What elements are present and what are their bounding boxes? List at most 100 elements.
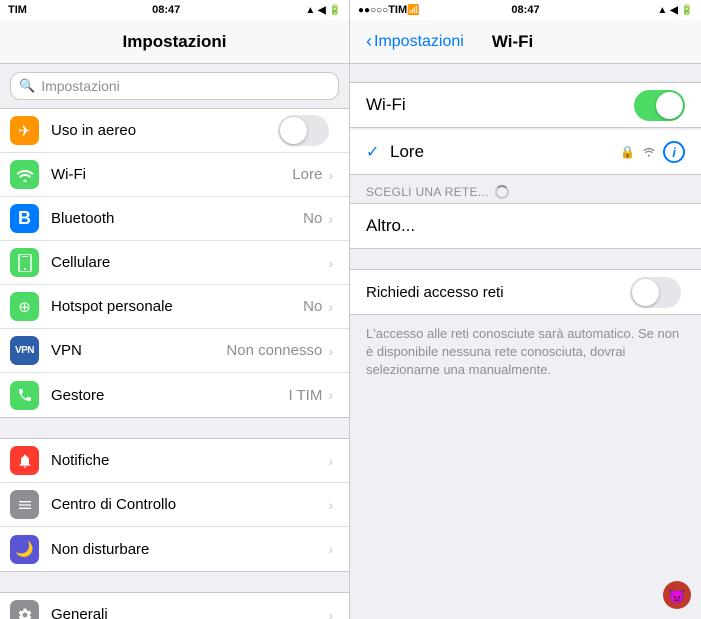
wifi-toggle-group: Wi-Fi — [350, 82, 701, 128]
lock-icon: 🔒 — [620, 145, 635, 159]
network-lore-icons: 🔒 — [620, 144, 657, 160]
notifiche-label: Notifiche — [51, 452, 328, 469]
vpn-label: VPN — [51, 342, 226, 359]
cellulare-chevron: › — [328, 255, 333, 271]
right-wifi-signal: 📶 — [407, 5, 419, 16]
centro-controllo-label: Centro di Controllo — [51, 496, 328, 513]
row-bluetooth[interactable]: B Bluetooth No › — [0, 197, 349, 241]
notifiche-chevron: › — [328, 453, 333, 469]
notifiche-icon — [10, 446, 39, 475]
wifi-signal-icon — [641, 144, 657, 160]
section-header-text: SCEGLI UNA RETE... — [366, 185, 489, 199]
network-lore-row[interactable]: ✓ Lore 🔒 i — [350, 130, 701, 174]
wifi-toggle[interactable] — [634, 90, 685, 121]
search-bar-container: 🔍 Impostazioni — [0, 64, 349, 108]
left-time: 08:47 — [152, 4, 180, 16]
bluetooth-icon: B — [10, 204, 39, 233]
right-status-bar: ●●○○○ TIM 📶 08:47 ▲ ◀ 🔋 — [350, 0, 701, 20]
row-notifiche[interactable]: Notifiche › — [0, 439, 349, 483]
generali-icon — [10, 600, 39, 619]
cellulare-label: Cellulare — [51, 254, 328, 271]
loading-spinner — [495, 185, 509, 199]
vpn-chevron: › — [328, 343, 333, 359]
left-nav-bar: Impostazioni — [0, 20, 349, 64]
wifi-label: Wi-Fi — [51, 166, 292, 183]
uso-in-aereo-icon: ✈ — [10, 116, 39, 145]
accesso-reti-label: Richiedi accesso reti — [366, 284, 630, 301]
accesso-reti-toggle[interactable] — [630, 277, 681, 308]
left-battery-icons: ▲ ◀ 🔋 — [305, 5, 341, 16]
bluetooth-label: Bluetooth — [51, 210, 303, 227]
hotspot-label: Hotspot personale — [51, 298, 303, 315]
wifi-icon — [10, 160, 39, 189]
gestore-chevron: › — [328, 387, 333, 403]
gestore-label: Gestore — [51, 387, 288, 404]
settings-group-3: Generali › AA Schermo e luminosità › — [0, 592, 349, 619]
wifi-value: Lore — [292, 166, 322, 183]
uso-in-aereo-toggle[interactable] — [278, 115, 329, 146]
non-disturbare-label: Non disturbare — [51, 541, 328, 558]
search-icon: 🔍 — [19, 78, 35, 94]
uso-in-aereo-label: Uso in aereo — [51, 122, 278, 139]
right-panel-wrapper: ●●○○○ TIM 📶 08:47 ▲ ◀ 🔋 ‹ Impostazioni W… — [350, 0, 701, 619]
accesso-reti-row[interactable]: Richiedi accesso reti — [350, 270, 701, 314]
section-header: SCEGLI UNA RETE... — [350, 177, 701, 203]
spacer-2 — [0, 574, 349, 592]
back-label: Impostazioni — [374, 33, 464, 51]
hotspot-value: No — [303, 298, 322, 315]
altro-row[interactable]: Altro... — [350, 204, 701, 248]
non-disturbare-chevron: › — [328, 541, 333, 557]
back-chevron-icon: ‹ — [366, 31, 372, 52]
left-carrier: TIM — [8, 4, 27, 16]
cellulare-icon — [10, 248, 39, 277]
accesso-reti-group: Richiedi accesso reti — [350, 269, 701, 315]
row-hotspot[interactable]: ⊕ Hotspot personale No › — [0, 285, 349, 329]
settings-group-2: Notifiche › Centro di Controllo › 🌙 Non … — [0, 438, 349, 572]
settings-list: ✈ Uso in aereo Wi-Fi Lore › B Bluetooth — [0, 108, 349, 619]
gestore-value: I TIM — [288, 387, 322, 404]
hotspot-icon: ⊕ — [10, 292, 39, 321]
altro-group: Altro... — [350, 203, 701, 249]
back-button[interactable]: ‹ Impostazioni — [366, 31, 464, 52]
gestore-icon — [10, 381, 39, 410]
vpn-value: Non connesso — [226, 342, 322, 359]
spacer-right-1 — [350, 251, 701, 269]
right-time: 08:47 — [511, 4, 539, 16]
network-lore-name: Lore — [390, 142, 620, 162]
left-panel: TIM 08:47 ▲ ◀ 🔋 Impostazioni 🔍 Impostazi… — [0, 0, 350, 619]
network-lore-info-button[interactable]: i — [663, 141, 685, 163]
altro-label: Altro... — [366, 216, 415, 236]
vpn-icon: VPN — [10, 336, 39, 365]
centro-controllo-chevron: › — [328, 497, 333, 513]
row-centro-controllo[interactable]: Centro di Controllo › — [0, 483, 349, 527]
right-status-icons: ▲ ◀ 🔋 — [657, 5, 693, 16]
right-nav-bar: ‹ Impostazioni Wi-Fi — [350, 20, 701, 64]
row-vpn[interactable]: VPN VPN Non connesso › — [0, 329, 349, 373]
centro-controllo-icon — [10, 490, 39, 519]
watermark: 👿 — [661, 579, 693, 611]
left-status-bar: TIM 08:47 ▲ ◀ 🔋 — [0, 0, 349, 20]
search-bar[interactable]: 🔍 Impostazioni — [10, 72, 339, 100]
description-text: L'accesso alle reti conosciute sarà auto… — [366, 326, 679, 377]
row-non-disturbare[interactable]: 🌙 Non disturbare › — [0, 527, 349, 571]
wifi-chevron: › — [328, 167, 333, 183]
right-signal: ●●○○○ — [358, 5, 388, 16]
settings-group-1: ✈ Uso in aereo Wi-Fi Lore › B Bluetooth — [0, 108, 349, 418]
wifi-toggle-row[interactable]: Wi-Fi — [350, 83, 701, 127]
row-generali[interactable]: Generali › — [0, 593, 349, 619]
non-disturbare-icon: 🌙 — [10, 535, 39, 564]
left-nav-title: Impostazioni — [123, 32, 227, 52]
row-uso-in-aereo[interactable]: ✈ Uso in aereo — [0, 109, 349, 153]
wifi-toggle-label: Wi-Fi — [366, 95, 634, 115]
generali-label: Generali — [51, 606, 328, 619]
accesso-reti-description: L'accesso alle reti conosciute sarà auto… — [350, 317, 701, 388]
bluetooth-chevron: › — [328, 211, 333, 227]
right-panel: ●●○○○ TIM 📶 08:47 ▲ ◀ 🔋 ‹ Impostazioni W… — [350, 0, 701, 619]
row-gestore[interactable]: Gestore I TIM › — [0, 373, 349, 417]
row-wifi[interactable]: Wi-Fi Lore › — [0, 153, 349, 197]
networks-group: ✓ Lore 🔒 i — [350, 130, 701, 175]
spacer-1 — [0, 420, 349, 438]
hotspot-chevron: › — [328, 299, 333, 315]
svg-text:👿: 👿 — [668, 588, 685, 604]
row-cellulare[interactable]: Cellulare › — [0, 241, 349, 285]
